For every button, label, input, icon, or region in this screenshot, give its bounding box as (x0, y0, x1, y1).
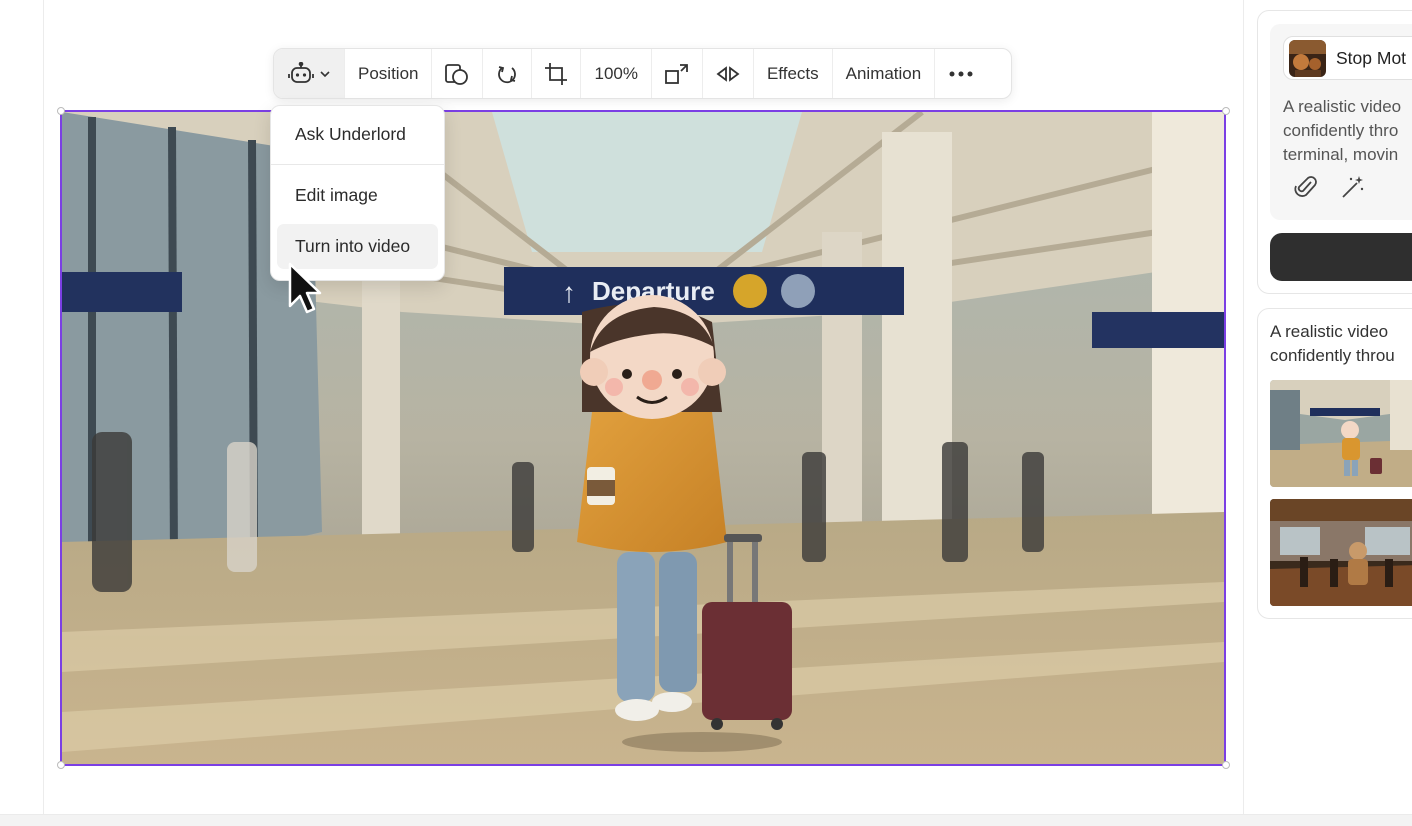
style-chip[interactable]: Stop Mot (1283, 36, 1412, 80)
result-thumbnail[interactable] (1270, 380, 1412, 487)
resize-icon (664, 62, 690, 86)
magic-wand-icon[interactable] (1340, 174, 1366, 205)
menu-item-ask-underlord[interactable]: Ask Underlord (277, 112, 438, 157)
crop-button[interactable] (532, 49, 582, 98)
underlord-dropdown-menu: Ask Underlord Edit image Turn into video (270, 105, 445, 281)
resize-handle[interactable] (57, 761, 65, 769)
prompt-line: terminal, movin (1283, 145, 1399, 164)
style-thumbnail (1289, 39, 1326, 77)
shape-button[interactable] (432, 49, 484, 98)
airport-scene-image: Departure ↑ (62, 112, 1224, 764)
menu-item-edit-image[interactable]: Edit image (277, 173, 438, 218)
resize-handle[interactable] (1222, 761, 1230, 769)
more-horizontal-icon (949, 70, 973, 78)
app-window: Departure ↑ Position 100% Effects Animat… (0, 0, 1412, 826)
result-line: confidently throu (1270, 346, 1395, 365)
crop-icon (544, 62, 568, 86)
svg-text:↑: ↑ (562, 277, 576, 308)
left-panel-divider (43, 0, 44, 826)
result-line: A realistic video (1270, 322, 1389, 341)
style-chip-label: Stop Mot (1336, 47, 1407, 68)
rotate-button[interactable] (483, 49, 533, 98)
more-button[interactable] (935, 49, 987, 98)
menu-divider (271, 164, 444, 165)
flip-button[interactable] (703, 49, 754, 98)
animation-button[interactable]: Animation (833, 49, 936, 98)
resize-button[interactable] (652, 49, 703, 98)
chevron-down-icon (320, 70, 330, 78)
flip-icon (715, 62, 741, 86)
underlord-menu-button[interactable] (274, 49, 345, 98)
zoom-level[interactable]: 100% (581, 49, 652, 98)
paperclip-icon[interactable] (1294, 174, 1318, 205)
robot-icon (288, 61, 314, 86)
canvas-image[interactable]: Departure ↑ (60, 110, 1226, 766)
prompt-tools (1294, 174, 1366, 205)
mouse-cursor-icon (288, 262, 322, 321)
generate-button[interactable] (1270, 233, 1412, 281)
position-button[interactable]: Position (345, 49, 433, 98)
right-panel-divider (1243, 0, 1244, 826)
bottom-bar (0, 814, 1412, 826)
shapes-icon (444, 62, 470, 86)
prompt-line: A realistic video (1283, 97, 1402, 116)
resize-handle[interactable] (1222, 107, 1230, 115)
rotate-icon (495, 62, 519, 86)
element-toolbar: Position 100% Effects Animation (273, 48, 1012, 99)
resize-handle[interactable] (57, 107, 65, 115)
result-thumbnail[interactable] (1270, 499, 1412, 606)
result-description: A realistic video confidently throu (1270, 320, 1412, 368)
prompt-line: confidently thro (1283, 121, 1399, 140)
prompt-text[interactable]: A realistic video confidently thro termi… (1283, 95, 1412, 167)
effects-button[interactable]: Effects (754, 49, 833, 98)
